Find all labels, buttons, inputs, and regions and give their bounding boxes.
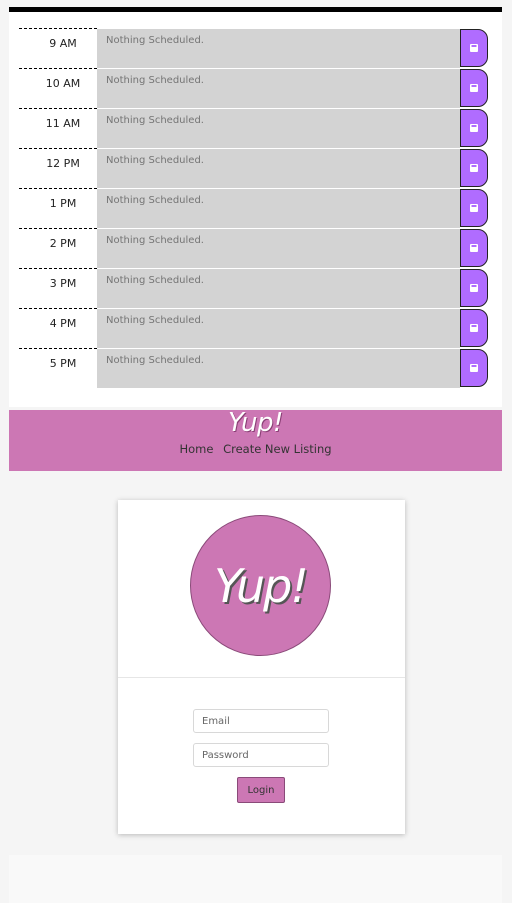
event-description[interactable] — [97, 188, 460, 228]
email-field[interactable] — [193, 709, 329, 733]
floppy-disk-icon — [470, 84, 478, 92]
hour-label: 2 PM — [19, 228, 107, 268]
floppy-disk-icon — [470, 164, 478, 172]
save-button[interactable] — [460, 309, 488, 347]
save-button[interactable] — [460, 269, 488, 307]
event-description[interactable] — [97, 108, 460, 148]
save-button[interactable] — [460, 69, 488, 107]
event-description[interactable] — [97, 148, 460, 188]
login-card: Yup! Login — [118, 500, 405, 834]
floppy-disk-icon — [470, 244, 478, 252]
time-block-row: 12 PM — [9, 148, 502, 188]
floppy-disk-icon — [470, 204, 478, 212]
hour-label: 1 PM — [19, 188, 107, 228]
floppy-disk-icon — [470, 124, 478, 132]
time-block-row: 2 PM — [9, 228, 502, 268]
event-description[interactable] — [97, 68, 460, 108]
brand-logo[interactable]: Yup! — [9, 408, 502, 438]
time-block-row: 9 AM — [9, 28, 502, 68]
scheduler-panel: 9 AM 10 AM 11 AM 12 PM 1 PM 2 PM 3 PM 4 … — [9, 7, 502, 407]
nav-link-home[interactable]: Home — [179, 442, 213, 456]
footer-area — [9, 855, 502, 903]
time-block-row: 4 PM — [9, 308, 502, 348]
event-description[interactable] — [97, 228, 460, 268]
hour-label: 3 PM — [19, 268, 107, 308]
save-button[interactable] — [460, 229, 488, 267]
hour-label: 11 AM — [19, 108, 107, 148]
event-description[interactable] — [97, 308, 460, 348]
save-button[interactable] — [460, 349, 488, 387]
event-description[interactable] — [97, 28, 460, 68]
time-block-row: 5 PM — [9, 348, 502, 388]
time-block-row: 3 PM — [9, 268, 502, 308]
password-field[interactable] — [193, 743, 329, 767]
event-description[interactable] — [97, 268, 460, 308]
hour-label: 5 PM — [19, 348, 107, 388]
floppy-disk-icon — [470, 364, 478, 372]
time-block-row: 10 AM — [9, 68, 502, 108]
hour-label: 4 PM — [19, 308, 107, 348]
card-header: Yup! — [118, 500, 405, 678]
save-button[interactable] — [460, 109, 488, 147]
nav-links: Home Create New Listing — [9, 442, 502, 456]
navbar: Yup! Home Create New Listing — [9, 408, 502, 471]
nav-link-create-listing[interactable]: Create New Listing — [223, 442, 332, 456]
save-button[interactable] — [460, 149, 488, 187]
time-block-row: 11 AM — [9, 108, 502, 148]
floppy-disk-icon — [470, 284, 478, 292]
save-button[interactable] — [460, 29, 488, 67]
login-button[interactable]: Login — [237, 777, 285, 803]
floppy-disk-icon — [470, 324, 478, 332]
time-block-row: 1 PM — [9, 188, 502, 228]
logo-text: Yup! — [214, 558, 309, 613]
hour-label: 12 PM — [19, 148, 107, 188]
hour-label: 9 AM — [19, 28, 107, 68]
event-description[interactable] — [97, 348, 460, 388]
hour-label: 10 AM — [19, 68, 107, 108]
save-button[interactable] — [460, 189, 488, 227]
yup-logo: Yup! — [190, 515, 331, 656]
floppy-disk-icon — [470, 44, 478, 52]
